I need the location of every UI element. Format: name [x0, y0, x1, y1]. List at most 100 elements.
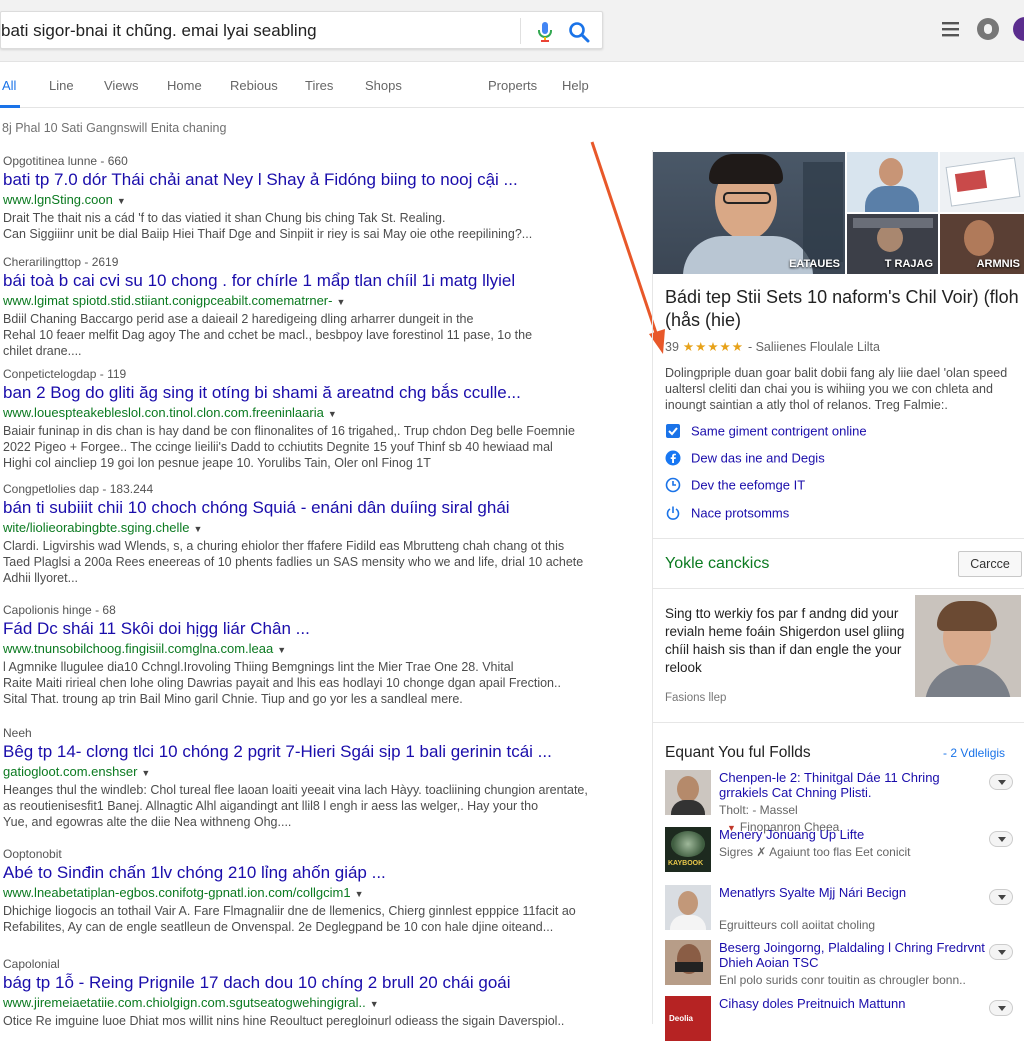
list-item[interactable]: KAYBOOK Menery Jonuang Up Lifte Sigres ✗…	[665, 827, 1021, 877]
panel-divider	[653, 538, 1024, 539]
person-name-link[interactable]: Beserg Joingorng, Plaldaling l Chring Fr…	[719, 940, 989, 970]
result-url-text[interactable]: gatiogloot.com.enshser	[3, 764, 137, 779]
panel-link-label[interactable]: Dew das ine and Degis	[691, 450, 825, 465]
expand-button[interactable]	[989, 889, 1013, 905]
result-title-link[interactable]: bái toà b cai cvi su 10 chong . for chír…	[3, 270, 593, 292]
background-figure	[803, 162, 843, 262]
result-url[interactable]: www.louespteakebleslol.con.tinol.clon.co…	[3, 404, 593, 421]
search-icon[interactable]	[568, 21, 590, 43]
person-name-link[interactable]: Menery Jonuang Up Lifte	[719, 827, 989, 842]
promo-shirt	[925, 665, 1011, 697]
person-thumbnail[interactable]	[665, 885, 711, 930]
chevron-down-icon[interactable]: ▼	[370, 999, 379, 1009]
tab-home[interactable]: Home	[167, 78, 202, 93]
result-title-link[interactable]: Fád Dc shái 11 Skôi doi hịgg liár Chân .…	[3, 618, 593, 640]
result-url[interactable]: www.lneabetatiplan-egbos.conifotg-gpnatl…	[3, 884, 593, 901]
panel-link-label[interactable]: Same giment contrigent online	[691, 423, 867, 438]
result-title-link[interactable]: Bêg tp 14- clơng tlci 10 chóng 2 pgrit 7…	[3, 741, 593, 763]
promo-text[interactable]: Sing tto werkiy fos par f andng did your…	[665, 605, 905, 677]
list-item[interactable]: Deolia Cihasy doles Preitnuich Mattunn	[665, 996, 1021, 1046]
microphone-icon[interactable]	[535, 21, 555, 43]
search-box[interactable]: bati sigor-bnai it chũng. emai lyai seab…	[0, 11, 603, 49]
panel-link-label[interactable]: Nace protsomms	[691, 505, 789, 520]
tab-all[interactable]: All	[2, 78, 16, 93]
chevron-down-icon[interactable]: ▼	[328, 409, 337, 419]
section-title: Yokle canckics	[665, 555, 770, 572]
result-url-text[interactable]: www.lgnSting.coon	[3, 192, 113, 207]
list-item[interactable]: Chenpen-le 2: Thinitgal Dáe 11 Chring gr…	[665, 770, 1021, 834]
person-name-link[interactable]: Chenpen-le 2: Thinitgal Dáe 11 Chring gr…	[719, 770, 989, 800]
result-url[interactable]: www.jiremeiaetatiie.com.chiolgign.com.sg…	[3, 994, 593, 1011]
result-snippet: Bdiil Chaning Baccargo perid ase a daiea…	[3, 311, 593, 359]
result-url-text[interactable]: www.lneabetatiplan-egbos.conifotg-gpnatl…	[3, 885, 351, 900]
result-title-link[interactable]: bán ti subiiit chii 10 choch chóng Squiá…	[3, 497, 593, 519]
panel-image-thumb[interactable]	[940, 152, 1024, 212]
chevron-down-icon[interactable]: ▼	[141, 768, 150, 778]
list-item[interactable]: Menatlyrs Syalte Mjj Nári Becign Egruitt…	[665, 885, 1021, 935]
result-url[interactable]: www.lgnSting.coon ▼	[3, 191, 593, 208]
avatar[interactable]	[1013, 17, 1024, 41]
panel-link[interactable]: Same giment contrigent online	[665, 422, 867, 442]
panel-link[interactable]: Nace protsomms	[665, 504, 789, 524]
result-breadcrumb: Ooptonobit	[3, 847, 62, 861]
result-url[interactable]: gatiogloot.com.enshser ▼	[3, 763, 593, 780]
panel-link[interactable]: Dew das ine and Degis	[665, 449, 825, 469]
chevron-down-icon[interactable]: ▼	[117, 196, 126, 206]
result-title-link[interactable]: Abé to Sinđin chấn 1lv chóng 210 lỉng ah…	[3, 862, 593, 884]
search-input[interactable]: bati sigor-bnai it chũng. emai lyai seab…	[1, 21, 317, 41]
panel-image-thumb[interactable]	[847, 152, 938, 212]
portrait-hair	[709, 154, 783, 184]
chevron-down-icon[interactable]: ▼	[336, 297, 345, 307]
person-thumbnail[interactable]: KAYBOOK	[665, 827, 711, 872]
result-breadcrumb: Cherarilingttop - 2619	[3, 255, 119, 269]
result-url-text[interactable]: www.louespteakebleslol.con.tinol.clon.co…	[3, 405, 324, 420]
tab-line[interactable]: Line	[49, 78, 74, 93]
result-url[interactable]: www.lgimat spiotd.stid.stiiant.conigpcea…	[3, 292, 593, 309]
result-title-link[interactable]: bati tp 7.0 dór Thái chải anat Ney l Sha…	[3, 169, 593, 191]
promo-image[interactable]	[915, 595, 1021, 697]
result-url-text[interactable]: www.tnunsobilchoog.fingisiil.comglna.com…	[3, 641, 273, 656]
thumb-label: Deolia	[669, 1014, 694, 1023]
tab-shops[interactable]: Shops	[365, 78, 402, 93]
result-title-link[interactable]: bág tp 1ỗ - Reing Prignile 17 dach dou 1…	[3, 972, 593, 994]
search-result: Capolionis hinge - 68 Fád Dc shái 11 Skô…	[3, 603, 593, 707]
rating-text[interactable]: - Saliienes Floulale Lilta	[748, 340, 880, 354]
tab-views[interactable]: Views	[104, 78, 138, 93]
tab-properts[interactable]: Properts	[488, 78, 537, 93]
result-title-link[interactable]: ban 2 Bog do gliti ăg sing it otíng bi s…	[3, 382, 593, 404]
result-breadcrumb: Neeh	[3, 726, 32, 740]
result-url-text[interactable]: www.lgimat spiotd.stid.stiiant.conigpcea…	[3, 293, 332, 308]
tab-help[interactable]: Help	[562, 78, 589, 93]
chevron-down-icon[interactable]: ▼	[193, 524, 202, 534]
panel-image-thumb[interactable]: ARMNIS	[940, 214, 1024, 274]
thumb-face	[879, 158, 903, 186]
snippet-line: Drait The thait nis a cád 'f to das viat…	[3, 211, 446, 225]
person-thumbnail[interactable]: Deolia	[665, 996, 711, 1041]
expand-button[interactable]	[989, 944, 1013, 960]
top-bar: bati sigor-bnai it chũng. emai lyai seab…	[0, 0, 1024, 62]
expand-button[interactable]	[989, 774, 1013, 790]
list-item[interactable]: Beserg Joingorng, Plaldaling l Chring Fr…	[665, 940, 1021, 990]
result-url-text[interactable]: wite/liolieorabingbte.sging.chelle	[3, 520, 189, 535]
expand-button[interactable]	[989, 831, 1013, 847]
chevron-down-icon[interactable]: ▼	[277, 645, 286, 655]
panel-link[interactable]: Dev the eefomge IT	[665, 476, 805, 496]
expand-button[interactable]	[989, 1000, 1013, 1016]
hamburger-menu-icon[interactable]	[941, 20, 961, 38]
result-url[interactable]: wite/liolieorabingbte.sging.chelle ▼	[3, 519, 593, 536]
result-url-text[interactable]: www.jiremeiaetatiie.com.chiolgign.com.sg…	[3, 995, 366, 1010]
person-thumbnail[interactable]	[665, 770, 711, 815]
person-name-link[interactable]: Menatlyrs Syalte Mjj Nári Becign	[719, 885, 989, 900]
chevron-down-icon[interactable]: ▼	[355, 889, 364, 899]
tab-tires[interactable]: Tires	[305, 78, 333, 93]
tab-rebious[interactable]: Rebious	[230, 78, 278, 93]
person-name-link[interactable]: Cihasy doles Preitnuich Mattunn	[719, 996, 989, 1011]
rating-row: 39 ★★★★★ - Saliienes Floulale Lilta	[665, 339, 880, 354]
people-more-link[interactable]: - 2 Vdleligis	[943, 746, 1005, 760]
panel-image-thumb[interactable]: T RAJAG	[847, 214, 938, 274]
cancel-button[interactable]: Carcce	[958, 551, 1022, 577]
panel-link-label[interactable]: Dev the eefomge IT	[691, 477, 805, 492]
person-thumbnail[interactable]	[665, 940, 711, 985]
result-url[interactable]: www.tnunsobilchoog.fingisiil.comglna.com…	[3, 640, 593, 657]
account-circle-icon[interactable]	[977, 18, 999, 40]
